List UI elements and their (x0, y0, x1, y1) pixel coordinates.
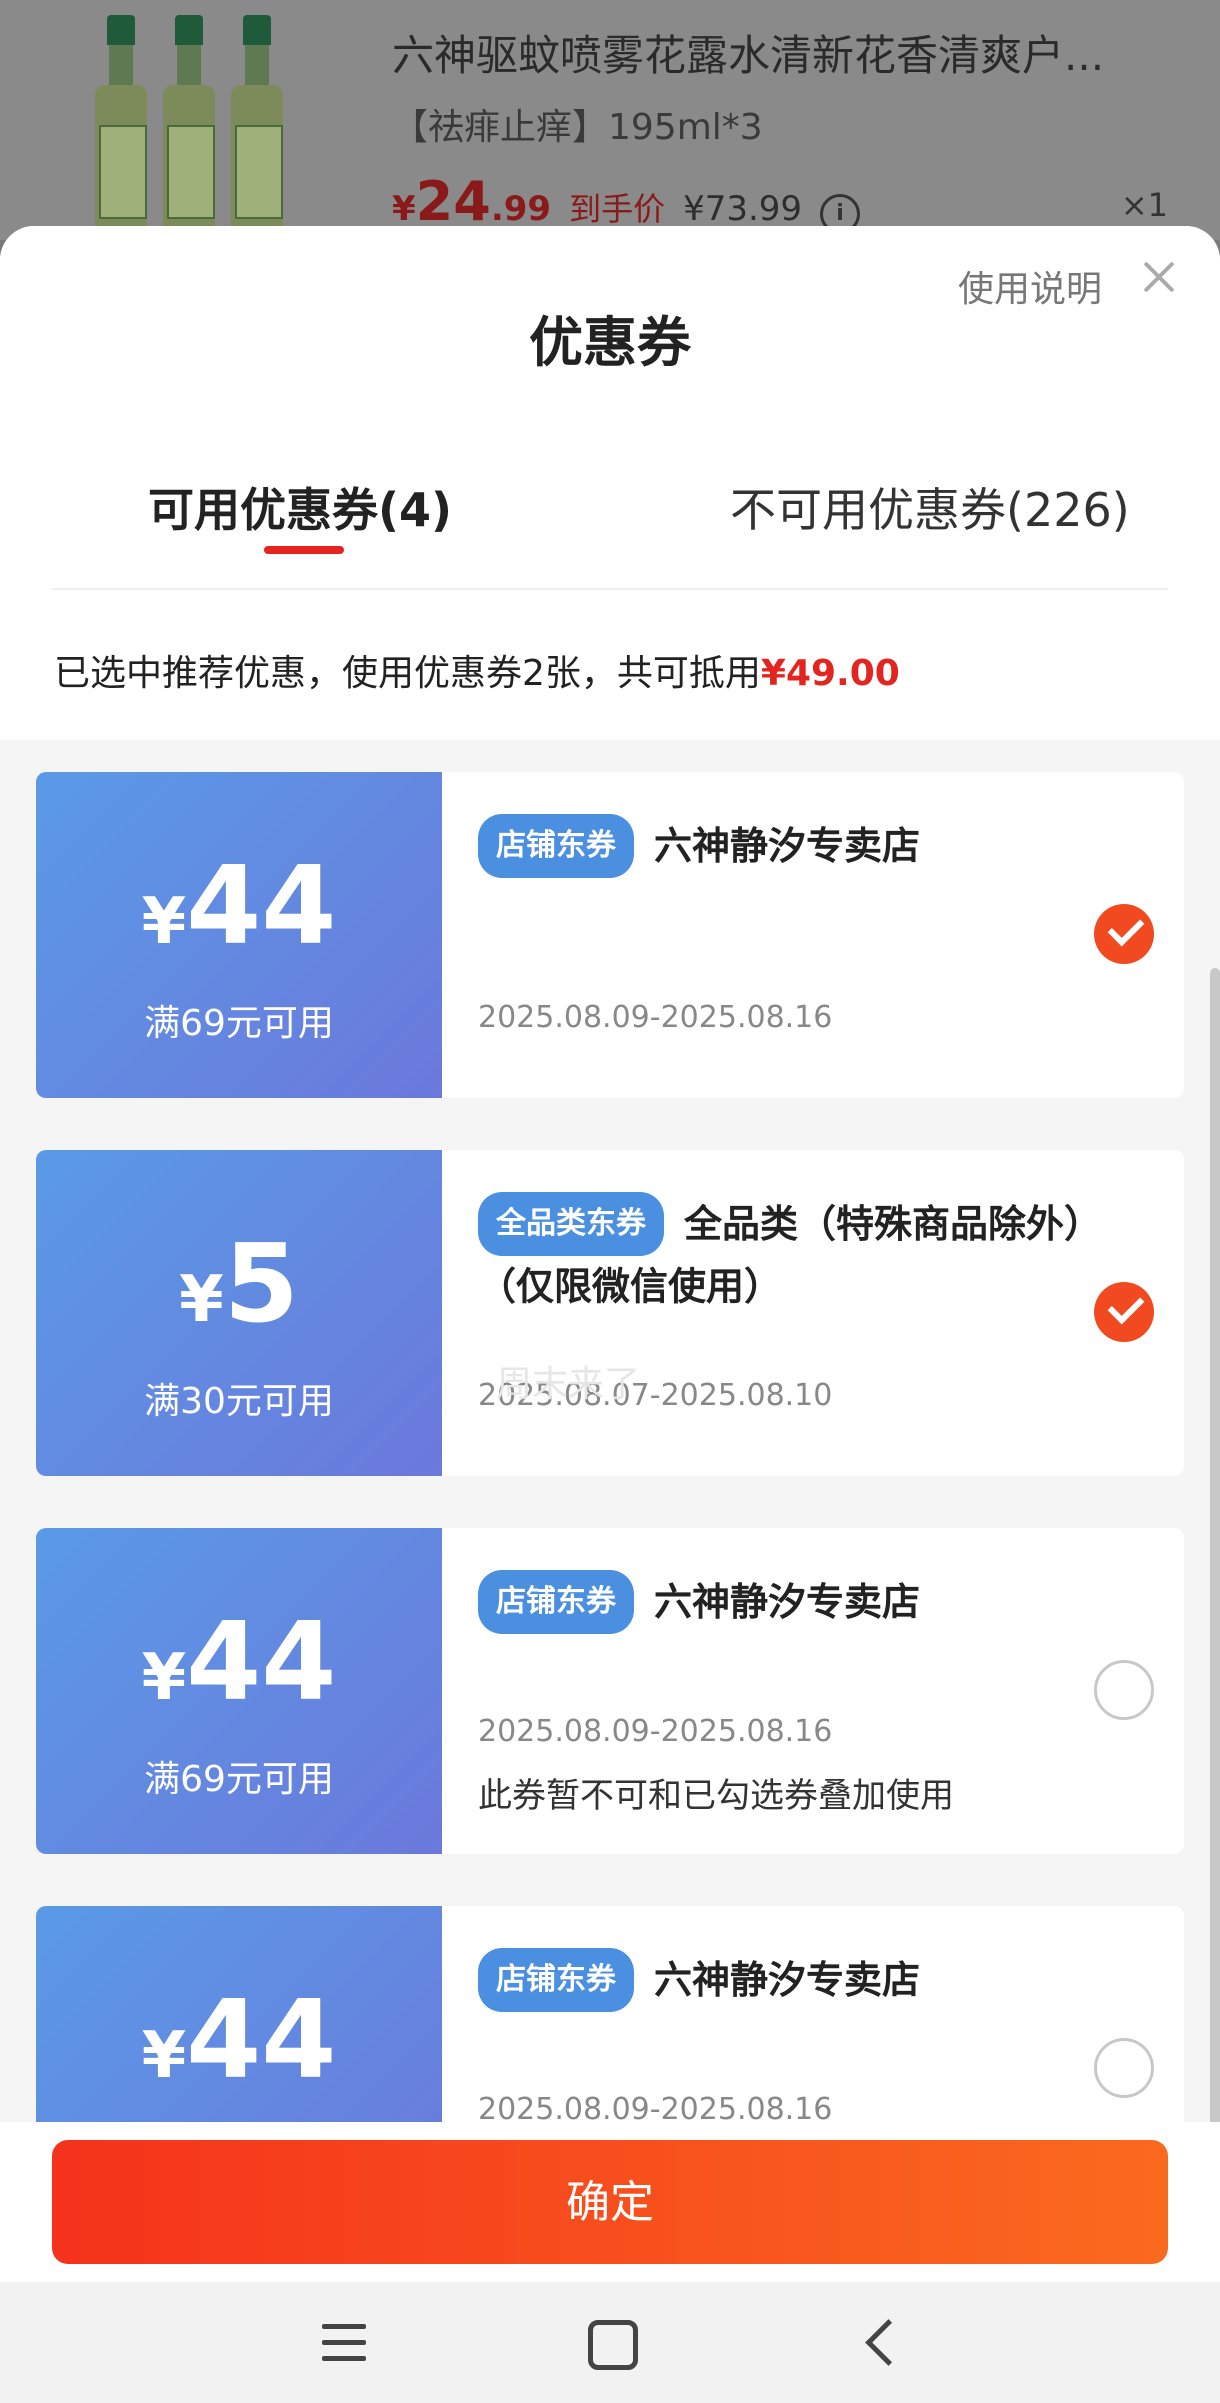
coupon-threshold: 满30元可用 (144, 1381, 334, 1422)
coupon-value-panel: ¥5 满30元可用 (36, 1150, 442, 1476)
quantity: ×1 (1120, 186, 1168, 224)
product-image (95, 15, 295, 230)
coupon-title: 店铺东券 六神静汐专卖店 (478, 1948, 1078, 2012)
coupon-amount: ¥44 (141, 844, 337, 969)
coupon-badge: 全品类东券 (478, 1192, 664, 1256)
coupon-threshold: 满69元可用 (144, 1003, 334, 1044)
product-summary: 六神驱蚊喷雾花露水清新花香清爽户... 【祛痱止痒】195ml*3 ¥ 24 .… (0, 0, 1220, 240)
unchecked-radio-icon[interactable] (1094, 2038, 1154, 2098)
home-icon[interactable] (588, 2320, 638, 2370)
coupon-card[interactable]: ¥5 满30元可用 全品类东券 全品类（特殊商品除外）（仅限微信使用） 2025.… (36, 1150, 1184, 1476)
system-nav-bar (0, 2282, 1220, 2403)
coupon-value-panel: ¥44 满69元可用 (36, 1528, 442, 1854)
product-spec: 【祛痱止痒】195ml*3 (392, 107, 763, 148)
selection-summary: 已选中推荐优惠，使用优惠券2张，共可抵用¥49.00 (54, 644, 900, 696)
confirm-button[interactable]: 确定 (52, 2140, 1168, 2264)
close-icon[interactable] (1134, 252, 1184, 302)
coupon-title: 店铺东券 六神静汐专卖店 (478, 1570, 1078, 1634)
price-integer: 24 (415, 170, 491, 233)
sheet-title: 优惠券 (529, 311, 691, 374)
coupon-date: 2025.08.09-2025.08.16 (478, 1714, 833, 1749)
menu-icon[interactable] (322, 2324, 366, 2362)
active-tab-indicator (264, 546, 344, 554)
coupon-amount: ¥44 (141, 1978, 337, 2103)
coupon-title: 全品类东券 全品类（特殊商品除外）（仅限微信使用） (478, 1192, 1098, 1315)
tab-available-coupons[interactable]: 可用优惠券(4) (148, 474, 452, 540)
coupon-details: 全品类东券 全品类（特殊商品除外）（仅限微信使用） 2025.08.07-2025… (442, 1150, 1184, 1476)
coupon-amount: ¥44 (141, 1600, 337, 1725)
final-price-label: 到手价 (569, 190, 666, 228)
price-decimal: .99 (490, 189, 552, 229)
checked-icon[interactable] (1094, 904, 1154, 964)
watermark-text: 周末来了 (496, 1364, 641, 1405)
sheet-header: 使用说明 优惠券 可用优惠券(4) 不可用优惠券(226) 已选中推荐优惠，使用… (0, 226, 1220, 740)
price-symbol: ¥ (392, 189, 416, 229)
coupon-amount: ¥5 (179, 1222, 299, 1347)
coupon-note: 此券暂不可和已勾选券叠加使用 (478, 1776, 954, 1816)
coupon-card[interactable]: ¥44 满69元可用 店铺东券 六神静汐专卖店 2025.08.09-2025.0… (36, 1528, 1184, 1854)
coupon-threshold: 满69元可用 (144, 1759, 334, 1800)
coupon-badge: 店铺东券 (478, 1948, 634, 2012)
coupon-details: 店铺东券 六神静汐专卖店 2025.08.09-2025.08.16 (442, 772, 1184, 1098)
back-icon[interactable] (865, 2319, 912, 2366)
coupon-badge: 店铺东券 (478, 1570, 634, 1634)
summary-text: 已选中推荐优惠，使用优惠券2张，共可抵用 (54, 653, 761, 694)
divider (52, 588, 1168, 590)
product-title: 六神驱蚊喷雾花露水清新花香清爽户... (392, 31, 1105, 80)
unchecked-radio-icon[interactable] (1094, 1660, 1154, 1720)
coupon-date: 2025.08.09-2025.08.16 (478, 1000, 833, 1035)
final-price: ¥73.99 (683, 189, 803, 229)
coupon-card[interactable]: ¥44 满69元可用 店铺东券 六神静汐专卖店 2025.08.09-2025.0… (36, 772, 1184, 1098)
coupon-badge: 店铺东券 (478, 814, 634, 878)
coupon-value-panel: ¥44 满69元可用 (36, 772, 442, 1098)
price-row: ¥ 24 .99 到手价 ¥73.99 i (392, 170, 861, 234)
coupon-sheet: 使用说明 优惠券 可用优惠券(4) 不可用优惠券(226) 已选中推荐优惠，使用… (0, 226, 1220, 2403)
bottom-action-bar: 确定 (0, 2122, 1220, 2282)
scrollbar[interactable] (1210, 968, 1220, 2213)
coupon-details: 店铺东券 六神静汐专卖店 2025.08.09-2025.08.16 此券暂不可和… (442, 1528, 1184, 1854)
coupon-title: 店铺东券 六神静汐专卖店 (478, 814, 1078, 878)
tab-unavailable-coupons[interactable]: 不可用优惠券(226) (730, 474, 1130, 540)
checked-icon[interactable] (1094, 1282, 1154, 1342)
summary-amount: ¥49.00 (760, 653, 900, 694)
